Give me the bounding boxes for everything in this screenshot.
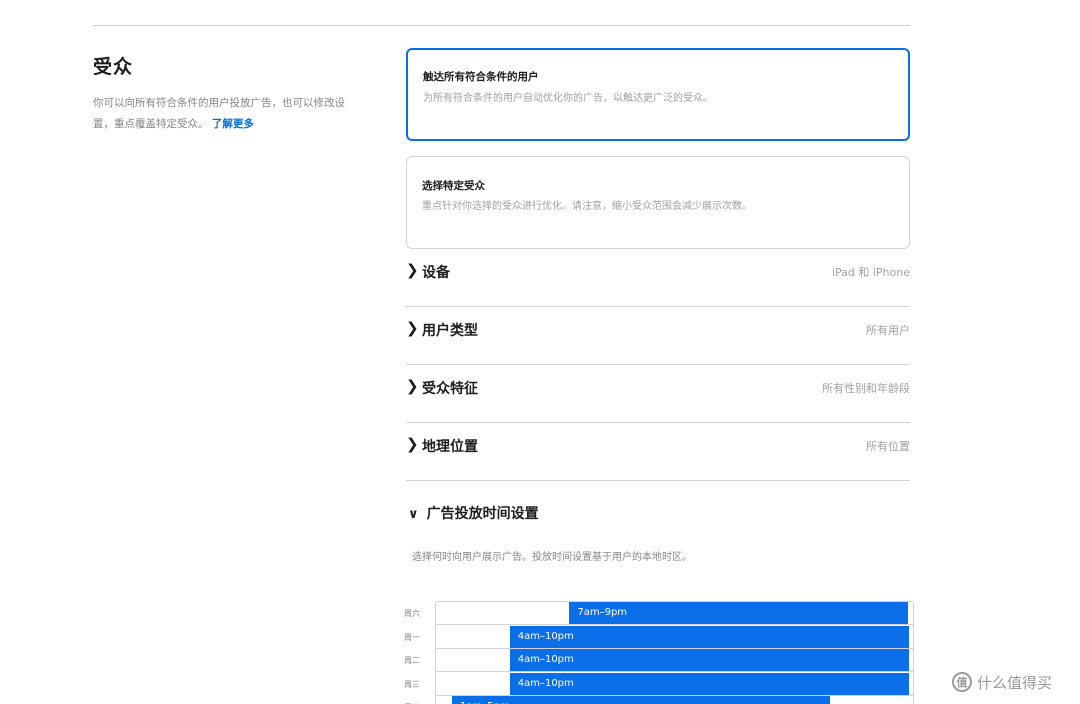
day-label: 周二 [404, 656, 420, 665]
chevron-down-icon: ∨ [408, 507, 419, 522]
schedule-bar[interactable]: 4am–10pm [509, 625, 909, 648]
schedule-row: 4am–10pm [436, 625, 913, 649]
schedule-row: 4am–10pm [436, 672, 913, 696]
ad-schedule-label: 广告投放时间设置 [426, 506, 539, 522]
setting-row-user-type[interactable]: ❯ 用户类型 所有用户 [406, 307, 910, 365]
schedule-bar[interactable]: 1am–5pm [452, 696, 830, 704]
watermark: 值 什么值得买 [952, 671, 1052, 693]
audience-intro: 受众 你可以向所有符合条件的用户投放广告，也可以修改设置，重点覆盖特定受众。 了… [93, 52, 363, 135]
day-label: 周六 [404, 609, 420, 618]
chevron-right-icon: ❯ [406, 319, 419, 337]
setting-value: 所有性别和年龄段 [822, 382, 910, 395]
setting-row-demographics[interactable]: ❯ 受众特征 所有性别和年龄段 [406, 365, 910, 423]
ad-schedule-description: 选择何时向用户展示广告。投放时间设置基于用户的本地时区。 [412, 552, 692, 563]
day-label: 周一 [404, 632, 420, 642]
option-specific-audience[interactable]: 选择特定受众 重点针对你选择的受众进行优化。请注意，缩小受众范围会减少展示次数。 [406, 156, 910, 249]
section-title: 受众 [93, 56, 134, 78]
option-title: 选择特定受众 [422, 180, 485, 192]
setting-value: 所有位置 [866, 440, 910, 453]
option-all-eligible-users[interactable]: 触达所有符合条件的用户 为所有符合条件的用户自动优化你的广告，以触达更广泛的受众… [406, 48, 910, 141]
top-divider [93, 25, 910, 26]
setting-label: 地理位置 [422, 439, 478, 455]
setting-row-location[interactable]: ❯ 地理位置 所有位置 [406, 423, 910, 481]
learn-more-link[interactable]: 了解更多 [212, 118, 254, 130]
setting-value: iPad 和 iPhone [831, 266, 910, 279]
watermark-logo-icon: 值 [952, 672, 972, 692]
setting-value: 所有用户 [866, 324, 910, 337]
setting-label: 受众特征 [422, 381, 478, 397]
setting-label: 设备 [422, 265, 450, 281]
setting-row-devices[interactable]: ❯ 设备 iPad 和 iPhone [406, 249, 910, 307]
watermark-text: 什么值得买 [977, 673, 1053, 692]
day-label: 周三 [404, 679, 420, 689]
chevron-right-icon: ❯ [406, 435, 419, 453]
chevron-right-icon: ❯ [406, 261, 419, 279]
section-description: 你可以向所有符合条件的用户投放广告，也可以修改设置，重点覆盖特定受众。 了解更多 [93, 93, 355, 135]
option-title: 触达所有符合条件的用户 [423, 71, 539, 83]
schedule-bar[interactable]: 4am–10pm [509, 649, 909, 671]
option-description: 为所有符合条件的用户自动优化你的广告，以触达更广泛的受众。 [423, 93, 713, 104]
schedule-bar[interactable]: 7am–9pm [569, 602, 908, 624]
option-description: 重点针对你选择的受众进行优化。请注意，缩小受众范围会减少展示次数。 [422, 201, 752, 212]
schedule-row: 4am–10pm [436, 649, 913, 672]
setting-label: 用户类型 [422, 323, 478, 339]
schedule-grid: 7am–9pm4am–10pm4am–10pm4am–10pm1am–5pm 周… [400, 601, 915, 704]
ad-schedule-toggle[interactable]: ∨ 广告投放时间设置 [408, 503, 539, 523]
schedule-grid-body: 7am–9pm4am–10pm4am–10pm4am–10pm1am–5pm [435, 601, 914, 704]
schedule-bar[interactable]: 4am–10pm [509, 672, 909, 695]
chevron-right-icon: ❯ [406, 377, 419, 395]
schedule-row: 1am–5pm [436, 696, 913, 704]
schedule-row: 7am–9pm [436, 602, 913, 625]
